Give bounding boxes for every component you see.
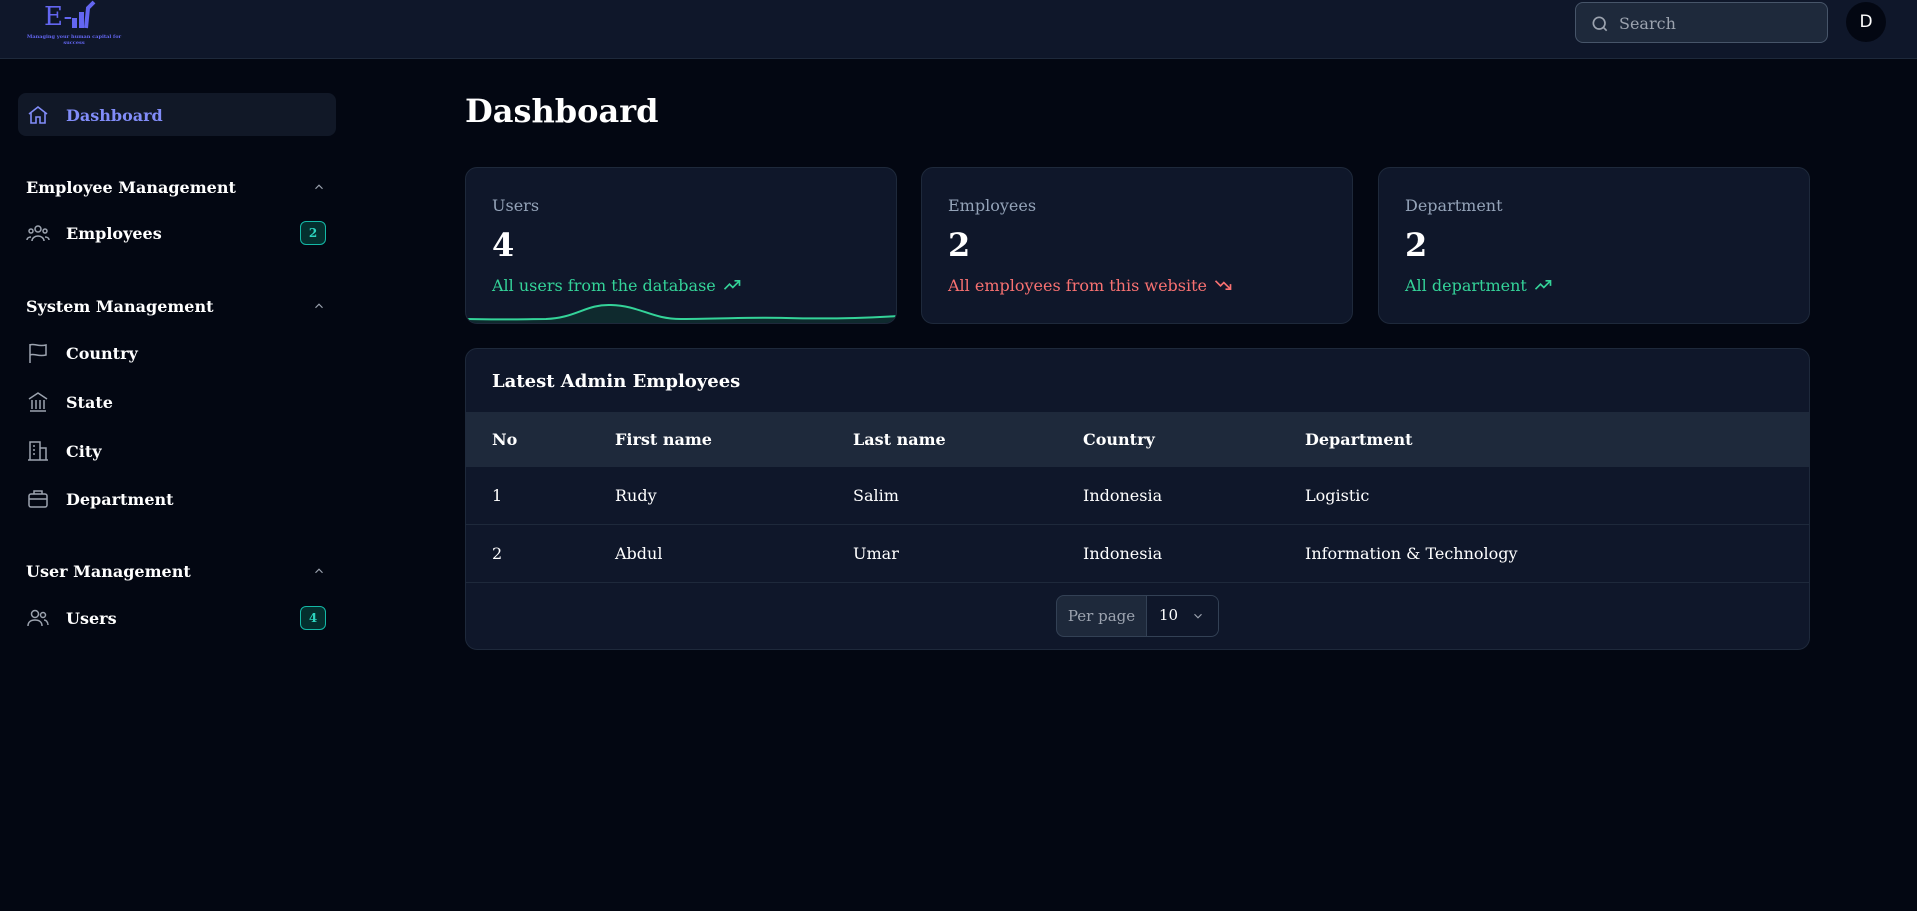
stat-description-text: All employees from this website — [948, 275, 1208, 295]
stat-value: 2 — [1405, 226, 1428, 264]
table-title: Latest Admin Employees — [492, 371, 741, 392]
user-avatar[interactable]: D — [1846, 2, 1886, 42]
sidebar-item-label: Employees — [66, 223, 162, 243]
search-box[interactable] — [1575, 2, 1828, 43]
search-input[interactable] — [1619, 11, 1819, 35]
logo-tagline: Managing your human capital for success — [26, 34, 122, 46]
sidebar-item-dashboard[interactable]: Dashboard — [18, 93, 336, 136]
table-cell: Logistic — [1305, 486, 1370, 505]
stat-description: All department — [1405, 275, 1553, 295]
column-header[interactable]: No — [492, 413, 517, 466]
table-cell: Information & Technology — [1305, 544, 1518, 563]
stat-label: Users — [492, 196, 540, 215]
stat-label: Employees — [948, 196, 1037, 215]
group-user-management[interactable]: User Management — [26, 562, 326, 584]
stat-card-department: Department 2 All department — [1378, 167, 1810, 324]
column-header[interactable]: First name — [615, 413, 712, 466]
users-group-icon — [26, 221, 50, 245]
column-header[interactable]: Country — [1083, 413, 1155, 466]
group-employee-management[interactable]: Employee Management — [26, 178, 326, 200]
stat-value: 2 — [948, 226, 971, 264]
table-row[interactable]: 2 Abdul Umar Indonesia Information & Tec… — [466, 524, 1809, 582]
per-page-value: 10 — [1159, 606, 1179, 624]
table-footer: Per page 10 — [466, 582, 1809, 649]
top-bar: E- Managing your human capital for succe… — [0, 0, 1917, 59]
sidebar-item-label: Users — [66, 608, 117, 628]
stat-description: All users from the database — [492, 275, 742, 295]
building-columns-icon — [26, 390, 50, 414]
sidebar-item-label: Dashboard — [66, 105, 163, 125]
table-cell: 2 — [492, 544, 503, 563]
sidebar-item-department[interactable]: Department — [26, 484, 332, 514]
logo-chart-icon — [72, 0, 96, 29]
app-logo[interactable]: E- Managing your human capital for succe… — [24, 0, 124, 52]
column-header[interactable]: Department — [1305, 413, 1413, 466]
latest-employees-table: Latest Admin Employees No First name Las… — [465, 348, 1810, 650]
per-page-control: Per page 10 — [1056, 595, 1219, 637]
table-cell: Umar — [853, 544, 899, 563]
table-cell: Indonesia — [1083, 486, 1163, 505]
trending-up-icon — [723, 280, 741, 290]
stat-label: Department — [1405, 196, 1503, 215]
count-badge: 2 — [300, 221, 326, 245]
sidebar-item-employees[interactable]: Employees 2 — [26, 218, 332, 248]
users-icon — [26, 606, 50, 630]
chevron-up-icon — [315, 184, 323, 190]
search-icon — [1592, 16, 1608, 32]
flag-icon — [26, 341, 50, 365]
sparkline-chart — [466, 303, 896, 323]
trending-up-icon — [1534, 280, 1552, 290]
sidebar-item-city[interactable]: City — [26, 436, 332, 466]
per-page-label: Per page — [1057, 596, 1147, 636]
table-cell: Abdul — [615, 544, 663, 563]
stat-card-users: Users 4 All users from the database — [465, 167, 897, 324]
group-title: System Management — [26, 297, 214, 316]
table-row[interactable]: 1 Rudy Salim Indonesia Logistic — [466, 466, 1809, 524]
sidebar-item-country[interactable]: Country — [26, 338, 332, 368]
sidebar-item-users[interactable]: Users 4 — [26, 603, 332, 633]
briefcase-icon — [26, 487, 50, 511]
sidebar-item-state[interactable]: State — [26, 387, 332, 417]
chevron-up-icon — [315, 303, 323, 309]
column-header[interactable]: Last name — [853, 413, 946, 466]
table-cell: Indonesia — [1083, 544, 1163, 563]
group-system-management[interactable]: System Management — [26, 297, 326, 319]
stat-description-text: All department — [1405, 275, 1527, 295]
per-page-select[interactable]: 10 — [1147, 596, 1218, 636]
group-title: Employee Management — [26, 178, 236, 197]
sidebar-item-label: State — [66, 392, 113, 412]
table-cell: 1 — [492, 486, 503, 505]
chevron-down-icon — [1194, 613, 1202, 619]
sidebar-item-label: Department — [66, 489, 174, 509]
chevron-up-icon — [315, 568, 323, 574]
sidebar: Dashboard Employee Management Employees … — [0, 59, 345, 911]
count-badge: 4 — [300, 606, 326, 630]
sidebar-item-label: City — [66, 441, 102, 461]
stat-value: 4 — [492, 226, 515, 264]
office-building-icon — [26, 439, 50, 463]
home-icon — [26, 103, 50, 127]
page-title: Dashboard — [465, 92, 659, 130]
stat-card-employees: Employees 2 All employees from this webs… — [921, 167, 1353, 324]
stat-description-text: All users from the database — [492, 275, 716, 295]
sidebar-item-label: Country — [66, 343, 138, 363]
stat-description: All employees from this website — [948, 275, 1233, 295]
table-cell: Rudy — [615, 486, 657, 505]
group-title: User Management — [26, 562, 191, 581]
table-cell: Salim — [853, 486, 899, 505]
table-header: No First name Last name Country Departme… — [466, 412, 1809, 466]
logo-mark: E- — [44, 2, 73, 32]
trending-down-icon — [1214, 280, 1232, 290]
